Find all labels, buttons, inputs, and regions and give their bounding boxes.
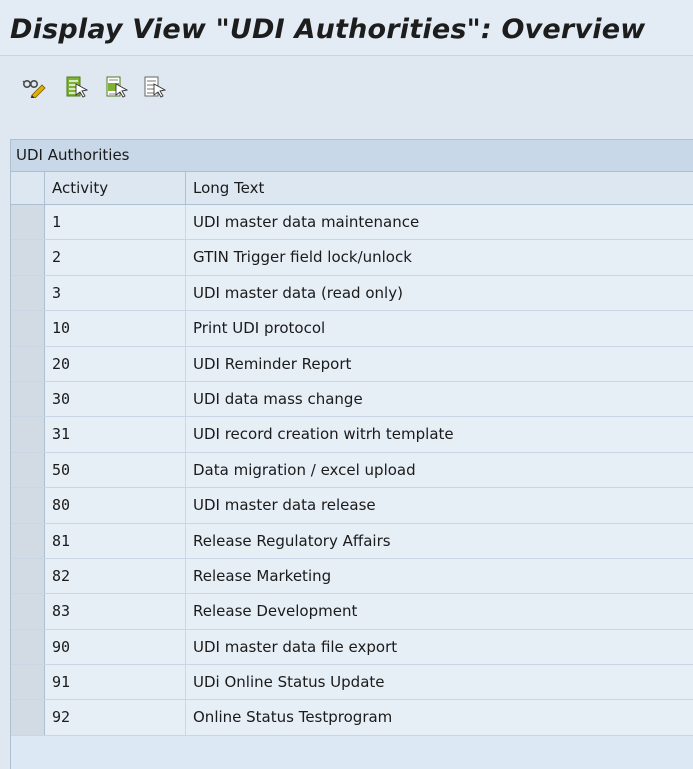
- long-text-cell: UDI master data file export: [193, 637, 398, 656]
- long-text-cell: UDI Reminder Report: [193, 354, 352, 373]
- table-body: 1 UDI master data maintenance 2 GTIN Trigge…: [11, 205, 693, 736]
- row-selector[interactable]: [11, 311, 45, 346]
- table-row[interactable]: 80 UDI master data release: [11, 488, 693, 524]
- row-selector[interactable]: [11, 665, 45, 700]
- table-row[interactable]: 50 Data migration / excel upload: [11, 452, 693, 489]
- activity-cell: 90: [45, 629, 186, 665]
- long-text-cell: Data migration / excel upload: [193, 460, 416, 479]
- select-all-icon[interactable]: [66, 76, 89, 98]
- column-header-activity[interactable]: Activity: [45, 172, 186, 204]
- table-row[interactable]: 83 Release Development: [11, 594, 693, 630]
- row-selector[interactable]: [11, 346, 45, 381]
- long-text-cell: Online Status Testprogram: [193, 708, 393, 727]
- activity-cell: 10: [45, 311, 186, 346]
- table-row[interactable]: 81 Release Regulatory Affairs: [11, 523, 693, 559]
- activity-cell: 31: [45, 417, 186, 452]
- toolbar: [0, 56, 693, 116]
- activity-cell: 30: [45, 381, 186, 417]
- deselect-all-icon[interactable]: [144, 76, 167, 98]
- long-text-cell: GTIN Trigger field lock/unlock: [193, 248, 412, 267]
- table-row[interactable]: 30 UDI data mass change: [11, 381, 693, 418]
- activity-cell: 83: [45, 594, 186, 629]
- activity-cell: 20: [45, 346, 186, 381]
- long-text-cell: UDi Online Status Update: [193, 673, 385, 692]
- row-selector[interactable]: [11, 594, 45, 629]
- row-selector[interactable]: [11, 417, 45, 452]
- table-row[interactable]: 91 UDi Online Status Update: [11, 665, 693, 701]
- long-text-cell: Release Development: [193, 602, 358, 621]
- activity-cell: 92: [45, 700, 186, 735]
- long-text-cell: UDI record creation witrh template: [193, 425, 454, 444]
- table-row[interactable]: 82 Release Marketing: [11, 558, 693, 595]
- select-block-icon[interactable]: [106, 76, 129, 98]
- page-title: Display View "UDI Authorities": Overview: [10, 14, 646, 45]
- row-selector[interactable]: [11, 275, 45, 311]
- activity-cell: 2: [45, 240, 186, 275]
- table-header-row: Activity Long Text: [11, 172, 693, 205]
- table-row[interactable]: 1 UDI master data maintenance: [11, 205, 693, 241]
- long-text-cell: UDI master data maintenance: [193, 213, 420, 231]
- row-selector[interactable]: [11, 205, 45, 240]
- table-row[interactable]: 90 UDI master data file export: [11, 629, 693, 666]
- column-header-long-text[interactable]: Long Text: [186, 172, 693, 204]
- activity-cell: 91: [45, 665, 186, 700]
- activity-cell: 81: [45, 523, 186, 558]
- table-row[interactable]: 2 GTIN Trigger field lock/unlock: [11, 240, 693, 276]
- row-selector[interactable]: [11, 629, 45, 665]
- row-selector[interactable]: [11, 700, 45, 735]
- long-text-cell: Release Marketing: [193, 566, 332, 585]
- long-text-cell: Print UDI protocol: [193, 319, 326, 338]
- table-row[interactable]: 20 UDI Reminder Report: [11, 346, 693, 382]
- table-row[interactable]: 92 Online Status Testprogram: [11, 700, 693, 736]
- select-all-rows-button[interactable]: [11, 172, 45, 204]
- row-selector[interactable]: [11, 558, 45, 594]
- row-selector[interactable]: [11, 381, 45, 417]
- row-selector[interactable]: [11, 523, 45, 558]
- row-selector[interactable]: [11, 452, 45, 488]
- long-text-cell: UDI data mass change: [193, 389, 363, 408]
- udi-authorities-table: UDI Authorities Activity Long Text 1 UDI …: [10, 139, 693, 769]
- table-row[interactable]: 31 UDI record creation witrh template: [11, 417, 693, 453]
- activity-cell: 82: [45, 558, 186, 594]
- activity-cell: 3: [45, 275, 186, 311]
- activity-cell: 50: [45, 452, 186, 488]
- table-caption: UDI Authorities: [11, 140, 693, 172]
- title-bar: Display View "UDI Authorities": Overview: [0, 0, 693, 56]
- long-text-cell: UDI master data release: [193, 496, 376, 515]
- long-text-cell: Release Regulatory Affairs: [193, 531, 391, 550]
- long-text-cell: UDI master data (read only): [193, 283, 403, 302]
- table-row[interactable]: 10 Print UDI protocol: [11, 311, 693, 347]
- row-selector[interactable]: [11, 488, 45, 523]
- activity-cell: 1: [45, 205, 186, 240]
- table-row[interactable]: 3 UDI master data (read only): [11, 275, 693, 312]
- row-selector[interactable]: [11, 240, 45, 275]
- activity-cell: 80: [45, 488, 186, 523]
- display-change-icon[interactable]: [22, 76, 46, 99]
